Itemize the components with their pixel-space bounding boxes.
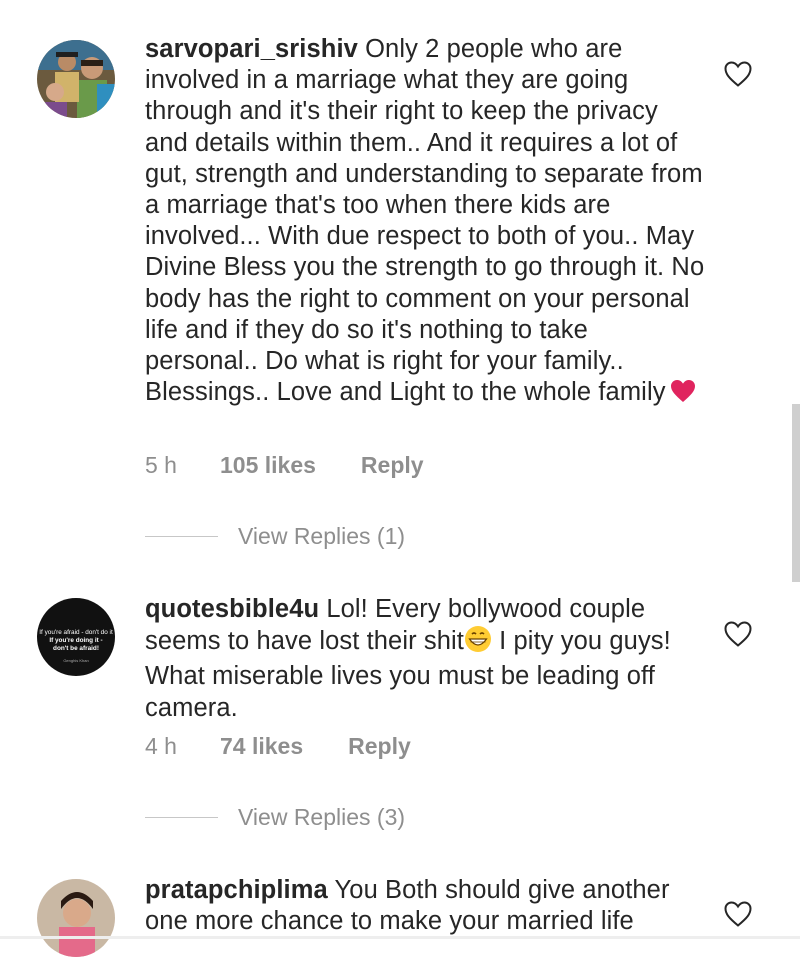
avatar[interactable] <box>37 40 115 118</box>
svg-text:Genghis Khan: Genghis Khan <box>63 658 88 663</box>
svg-text:don't be afraid!: don't be afraid! <box>53 645 99 652</box>
divider-line <box>145 817 218 818</box>
avatar[interactable]: If you're afraid - don't do it If you're… <box>37 598 115 676</box>
heart-outline-icon[interactable] <box>723 60 753 88</box>
like-count[interactable]: 105 likes <box>220 452 316 479</box>
comment-meta: 4 h 74 likes Reply <box>145 733 411 760</box>
view-replies-label[interactable]: View Replies (3) <box>238 804 405 831</box>
reply-button[interactable]: Reply <box>361 452 424 479</box>
svg-text:If you're doing it -: If you're doing it - <box>49 637 102 644</box>
heart-outline-icon[interactable] <box>723 620 753 648</box>
reply-button[interactable]: Reply <box>348 733 411 760</box>
divider-line <box>145 536 218 537</box>
red-heart-emoji <box>670 379 696 411</box>
comment-time: 4 h <box>145 733 177 759</box>
scrollbar-thumb[interactable] <box>792 404 800 582</box>
comment-username[interactable]: pratapchiplima <box>145 876 328 904</box>
comment-username[interactable]: quotesbible4u <box>145 595 319 623</box>
comment-meta: 5 h 105 likes Reply <box>145 452 424 479</box>
view-replies-label[interactable]: View Replies (1) <box>238 523 405 550</box>
comment-body: sarvopari_srishiv Only 2 people who are … <box>145 34 705 411</box>
comment-text: Only 2 people who are involved in a marr… <box>145 35 705 407</box>
view-replies-button[interactable]: View Replies (3) <box>145 804 405 831</box>
comment-time: 5 h <box>145 452 177 478</box>
comment-username[interactable]: sarvopari_srishiv <box>145 35 358 63</box>
view-replies-button[interactable]: View Replies (1) <box>145 523 405 550</box>
heart-outline-icon[interactable] <box>723 900 753 928</box>
grinning-face-emoji <box>464 625 492 661</box>
svg-text:If you're afraid - don't do it: If you're afraid - don't do it <box>39 629 113 636</box>
avatar[interactable] <box>37 879 115 957</box>
comment-body: pratapchiplima You Both should give anot… <box>145 875 705 937</box>
comment-body: quotesbible4u Lol! Every bollywood coupl… <box>145 594 705 724</box>
like-count[interactable]: 74 likes <box>220 733 303 760</box>
